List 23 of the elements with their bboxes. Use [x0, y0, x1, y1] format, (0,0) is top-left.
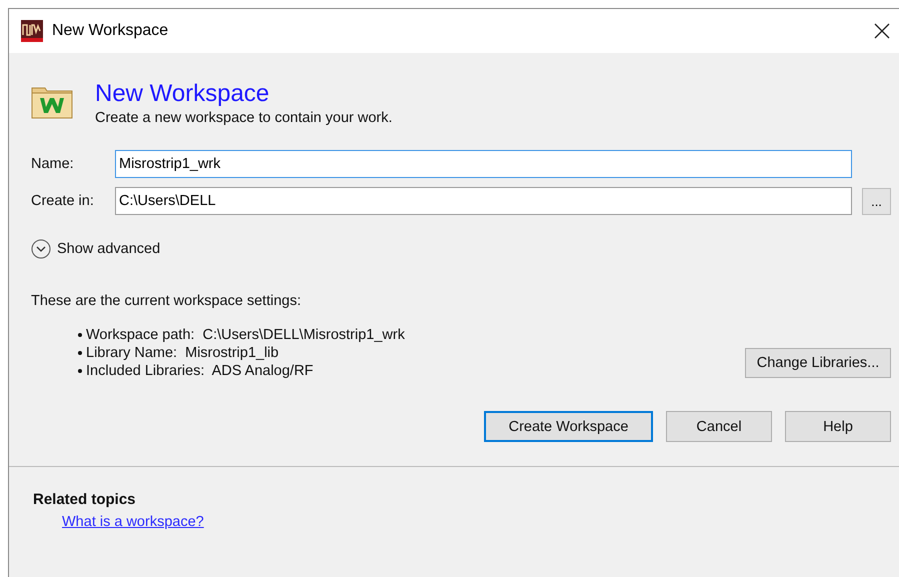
- dialog-description: Create a new workspace to contain your work.: [95, 110, 392, 126]
- related-topics-heading: Related topics: [33, 491, 137, 508]
- browse-button[interactable]: ...: [862, 188, 891, 214]
- app-logo-icon: [21, 20, 43, 42]
- expand-icon[interactable]: [31, 239, 51, 259]
- setting-text: Included Libraries: ADS Analog/RF: [86, 363, 314, 379]
- dialog-button[interactable]: Help: [785, 411, 891, 442]
- dialog-heading: New Workspace: [95, 79, 270, 109]
- field-label: Name:: [31, 156, 75, 172]
- setting-text: Workspace path: C:\Users\DELL\Misrostrip1_wrk: [86, 327, 405, 343]
- help-link[interactable]: What is a workspace?: [62, 514, 204, 530]
- setting-text: Library Name: Misrostrip1_lib: [86, 345, 279, 361]
- dialog-button[interactable]: Cancel: [666, 411, 772, 442]
- window-title: New Workspace: [52, 22, 168, 40]
- close-icon[interactable]: [874, 23, 890, 39]
- change-libraries-button[interactable]: Change Libraries...: [745, 348, 891, 378]
- input-field[interactable]: C:\Users\DELL: [115, 187, 852, 215]
- field-label: Create in:: [31, 193, 95, 209]
- show-advanced-label[interactable]: Show advanced: [57, 241, 160, 257]
- folder-icon: [31, 85, 73, 119]
- dialog-button[interactable]: Create Workspace: [484, 411, 653, 442]
- input-field[interactable]: Misrostrip1_wrk: [115, 150, 852, 178]
- settings-intro: These are the current workspace settings:: [31, 293, 302, 309]
